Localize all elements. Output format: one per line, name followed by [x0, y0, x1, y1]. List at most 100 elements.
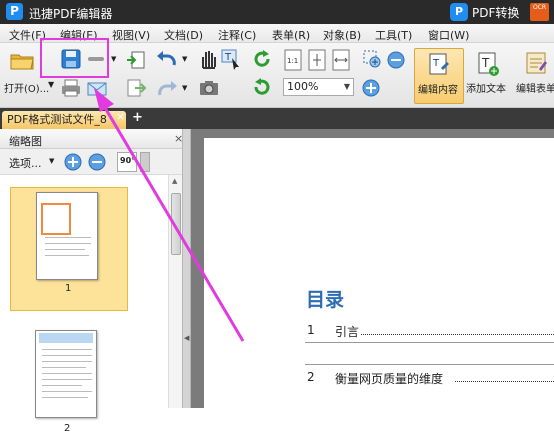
edit-content-button[interactable]: T 编辑内容 — [414, 48, 464, 104]
thumbnail-panel: 缩略图 × 选项... ▼ 90° 1 2 ▲ — [0, 129, 188, 434]
svg-text:T: T — [224, 52, 232, 63]
edit-content-label: 编辑内容 — [418, 85, 458, 96]
rotate-thumbnail-button[interactable]: 90° — [117, 152, 137, 172]
ocr-button[interactable]: OCR — [530, 3, 549, 21]
rotate-thumbnail-label: 90° — [120, 156, 136, 165]
thumbnail-toolbar: 选项... ▼ 90° — [0, 149, 188, 175]
toc-entry-1-leader — [361, 334, 554, 335]
hand-tool-button[interactable] — [198, 48, 218, 70]
zoom-select[interactable]: 100% ▼ — [283, 78, 354, 96]
pdf-convert-button[interactable]: P PDF转换 — [450, 3, 519, 21]
toc-entry-2-number: 2 — [307, 370, 315, 384]
rotate-clockwise-button[interactable] — [251, 48, 273, 70]
print-icon — [62, 79, 80, 97]
menu-tools[interactable]: 工具(T) — [375, 27, 412, 43]
redo-dropdown-arrow-icon[interactable]: ▼ — [182, 84, 187, 92]
marquee-icon — [363, 50, 381, 68]
add-text-label: 添加文本 — [466, 84, 506, 95]
svg-text:1:1: 1:1 — [287, 57, 298, 65]
tab-document[interactable]: PDF格式测试文件_8 — [2, 111, 126, 129]
edit-form-label: 编辑表单 — [516, 84, 554, 95]
extract-page-button[interactable] — [125, 78, 147, 98]
edit-form-button[interactable]: 编辑表单 — [514, 48, 554, 104]
menu-object[interactable]: 对象(B) — [323, 27, 361, 43]
toc-divider — [305, 342, 554, 343]
new-tab-button[interactable]: + — [132, 110, 143, 125]
fit-page-button[interactable] — [307, 49, 327, 71]
reduce-thumbnail-icon[interactable] — [88, 153, 106, 171]
menu-comment[interactable]: 注释(C) — [218, 27, 256, 43]
menu-window[interactable]: 窗口(W) — [428, 27, 469, 43]
tab-bar: PDF格式测试文件_8 — [0, 108, 554, 129]
email-icon — [87, 82, 107, 96]
folder-icon — [10, 54, 34, 70]
redo-button[interactable] — [154, 78, 180, 100]
thumbnail-list: 1 2 — [0, 175, 168, 434]
menu-form[interactable]: 表单(R) — [272, 27, 310, 43]
extract-page-icon — [127, 79, 147, 97]
zoom-in-button[interactable] — [361, 78, 381, 98]
zoom-value: 100% — [287, 80, 319, 93]
app-logo: P — [6, 3, 23, 20]
thumbnail-options-button[interactable]: 选项... — [9, 155, 42, 171]
options-dropdown-arrow-icon[interactable]: ▼ — [49, 157, 54, 165]
print-button[interactable] — [60, 78, 82, 98]
thumbnail-panel-header: 缩略图 × — [0, 129, 188, 149]
add-text-button[interactable]: T 添加文本 — [466, 48, 512, 104]
thumbnail-image-1 — [36, 192, 98, 280]
marquee-zoom-button[interactable] — [361, 48, 383, 70]
thumbnail-page-1[interactable]: 1 — [10, 187, 128, 311]
open-label: 打开(O)... — [4, 84, 50, 95]
thumbnail-panel-title: 缩略图 — [9, 135, 42, 148]
snapshot-button[interactable] — [198, 78, 220, 98]
thumbnail-page-2[interactable]: 2 — [10, 326, 128, 436]
svg-text:T: T — [481, 56, 490, 70]
pdf-convert-logo-icon: P — [450, 3, 468, 21]
menu-view[interactable]: 视图(V) — [112, 27, 150, 43]
toc-entry-1-text: 引言 — [335, 325, 360, 339]
add-text-icon: T — [478, 52, 499, 76]
highlight-box — [40, 38, 109, 78]
toc-entry-2-leader — [455, 381, 554, 382]
zoom-out-button[interactable] — [386, 50, 406, 70]
save-dropdown-arrow-icon[interactable]: ▼ — [111, 55, 116, 63]
zoom-in-icon — [362, 79, 380, 97]
select-text-icon: T — [221, 49, 239, 70]
toc-entry-2-text: 衡量网页质量的维度 — [335, 372, 444, 386]
thumbnail-scrollbar[interactable]: ▲ — [168, 175, 182, 408]
panel-splitter[interactable]: ◀ — [182, 129, 191, 408]
fit-width-icon — [332, 49, 350, 71]
enlarge-thumbnail-icon[interactable] — [64, 153, 82, 171]
open-dropdown-arrow-icon[interactable]: ▼ — [48, 80, 54, 89]
toc-entry-2[interactable]: 2 衡量网页质量的维度 — [307, 370, 554, 390]
email-button[interactable] — [86, 80, 108, 98]
insert-page-button[interactable] — [125, 50, 147, 70]
scrollbar-thumb[interactable] — [171, 193, 181, 255]
hand-icon — [202, 51, 216, 69]
fit-width-button[interactable] — [331, 49, 351, 71]
menu-document[interactable]: 文档(D) — [164, 27, 203, 43]
undo-dropdown-arrow-icon[interactable]: ▼ — [182, 55, 187, 63]
rotate-counterclockwise-button[interactable] — [251, 76, 273, 98]
undo-button[interactable] — [154, 48, 180, 70]
tab-close-icon[interactable]: × — [116, 110, 125, 123]
toc-title: 目录 — [306, 289, 345, 311]
edit-content-icon: T — [429, 53, 449, 75]
actual-size-button[interactable]: 1:1 — [283, 49, 303, 71]
document-page[interactable] — [204, 138, 554, 408]
open-button[interactable] — [9, 48, 35, 72]
undo-icon — [157, 51, 176, 66]
insert-page-icon — [127, 51, 145, 69]
select-text-button[interactable]: T — [220, 48, 242, 70]
document-view — [191, 129, 554, 408]
toc-entry-1[interactable]: 1 引言 — [307, 323, 554, 343]
thumbnail-image-2 — [35, 330, 97, 418]
thumbnail-number-1: 1 — [65, 283, 72, 294]
zoom-out-icon — [387, 51, 405, 69]
thumbnail-tool-handle[interactable] — [140, 152, 150, 172]
scroll-up-arrow-icon[interactable]: ▲ — [172, 177, 177, 185]
collapse-panel-arrow-icon[interactable]: ◀ — [184, 334, 189, 342]
redo-icon — [158, 81, 177, 96]
thumbnail-number-2: 2 — [64, 423, 71, 434]
toc-divider — [305, 364, 554, 365]
